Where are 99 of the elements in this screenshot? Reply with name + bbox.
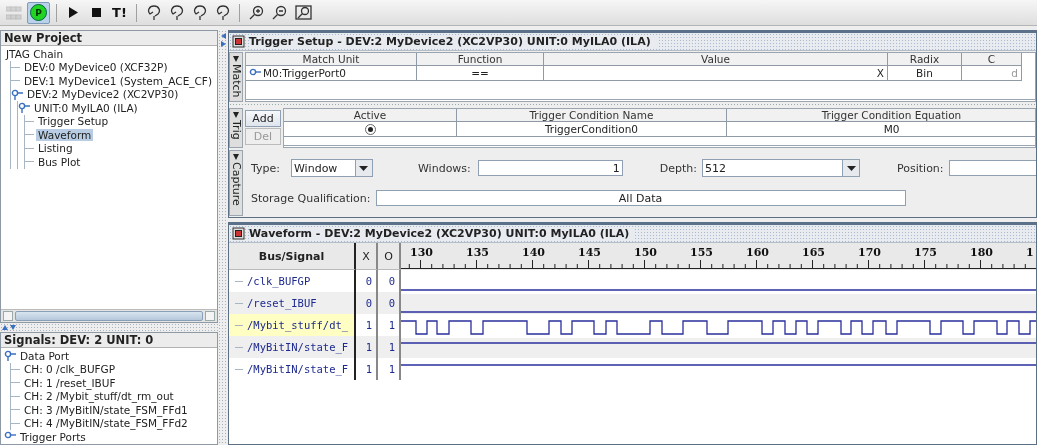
grid-icon <box>6 5 22 20</box>
dropdown-arrow-icon <box>359 165 369 171</box>
play-icon <box>69 7 78 18</box>
column-header[interactable]: C <box>962 53 1022 66</box>
table-cell: d <box>962 66 1022 81</box>
panel-header: Signals: DEV: 2 UNIT: 0 <box>1 333 217 348</box>
trigger-now-button[interactable]: T! <box>109 1 130 24</box>
column-header[interactable]: O <box>378 243 401 270</box>
field-label: Depth: <box>659 161 697 175</box>
signal-name[interactable]: /MyBitIN/state_F <box>229 358 356 380</box>
signal-name[interactable]: /Mybit_stuff/dt_ <box>229 314 356 336</box>
signal-value: 0 <box>356 292 378 314</box>
signal-value: 1 <box>378 336 401 358</box>
column-header[interactable]: Function <box>417 53 544 66</box>
tree-item[interactable]: UNIT:0 MyILA0 (ILA) <box>32 101 140 114</box>
chip-icon <box>232 35 245 48</box>
trigger-icon <box>215 4 230 21</box>
tick-label: 130 <box>410 246 433 259</box>
signal-value: 1 <box>378 358 401 380</box>
tree-item[interactable]: Waveform <box>36 128 94 141</box>
tree-item[interactable]: CH: 1 /reset_IBUF <box>22 376 118 389</box>
tree-item[interactable]: Data Port <box>18 349 72 362</box>
field-label: Position: <box>897 161 944 175</box>
node-handle-icon[interactable] <box>11 88 23 100</box>
window-title: Trigger Setup - DEV:2 MyDevice2 (XC2VP30) UNIT:0 MyILA0 (ILA) <box>249 35 657 48</box>
zoom-in-icon <box>249 5 264 20</box>
trigger-icon <box>192 4 207 21</box>
collapse-icon <box>232 154 240 160</box>
tick-label: 155 <box>690 246 713 259</box>
splitter-arrows-icon[interactable] <box>220 33 226 47</box>
windows-field[interactable]: 1 <box>477 160 623 176</box>
signal-value: 1 <box>356 336 378 358</box>
storage-qualification-field[interactable]: All Data <box>375 190 906 206</box>
side-tab[interactable]: Capture <box>229 150 243 216</box>
column-header[interactable]: Trigger Condition Equation <box>727 109 1035 122</box>
side-tab[interactable]: Match <box>229 52 243 102</box>
tree-item[interactable]: CH: 3 /MyBitIN/state_FSM_FFd1 <box>22 403 190 416</box>
tree-item[interactable]: CH: 0 /clk_BUFGP <box>22 363 118 376</box>
zoom-fit-icon <box>295 5 312 20</box>
tree-item[interactable]: DEV:1 MyDevice1 (System_ACE_CF) <box>22 74 214 87</box>
radio-button[interactable] <box>364 123 376 135</box>
field-label: Type: <box>251 161 280 175</box>
column-header[interactable]: Active <box>284 109 457 122</box>
table-cell: == <box>417 66 544 81</box>
signal-value: 0 <box>378 292 401 314</box>
tree-item[interactable]: CH: 4 /MyBitIN/state_FSM_FFd2 <box>22 417 190 430</box>
side-tab[interactable]: Trig <box>229 108 243 148</box>
column-header[interactable]: X <box>356 243 378 270</box>
field-label: Storage Qualification: <box>251 191 371 205</box>
tree-item[interactable]: Trigger Setup <box>36 115 111 128</box>
collapse-icon <box>232 56 240 62</box>
dropdown-arrow-icon <box>846 165 856 171</box>
column-header[interactable]: Match Unit <box>246 53 417 66</box>
collapse-icon <box>232 112 240 118</box>
field-label: Windows: <box>418 161 471 175</box>
table-cell: M0:TriggerPort0 <box>246 66 417 81</box>
tree-item[interactable]: Bus Plot <box>36 155 83 168</box>
tree-item[interactable]: Listing <box>36 142 75 155</box>
tree-item[interactable]: CH: 2 /Mybit_stuff/dt_rm_out <box>22 390 176 403</box>
tick-label: 140 <box>522 246 545 259</box>
tree-item[interactable]: Trigger Ports <box>18 430 88 443</box>
tree-item[interactable]: DEV:0 MyDevice0 (XCF32P) <box>22 61 170 74</box>
tick-label: 180 <box>970 246 993 259</box>
node-handle-icon[interactable] <box>18 102 30 114</box>
tick-label: 160 <box>746 246 769 259</box>
node-handle-icon[interactable] <box>4 350 16 362</box>
stop-icon <box>92 8 101 17</box>
panel-header: New Project <box>1 31 217 46</box>
table-cell: TriggerCondition0 <box>457 122 727 137</box>
type-dropdown[interactable]: Window <box>291 159 373 177</box>
tick-label: 165 <box>802 246 825 259</box>
column-header[interactable]: Radix <box>888 53 962 66</box>
trigger-icon <box>146 4 161 21</box>
window-title: Waveform - DEV:2 MyDevice2 (XC2VP30) UNIT:0 MyILA0 (ILA) <box>249 227 636 240</box>
table-cell: M0 <box>727 122 1035 137</box>
column-header[interactable]: Value <box>544 53 888 66</box>
tick-label: 170 <box>858 246 881 259</box>
add-button[interactable]: Add <box>245 110 281 127</box>
chip-icon <box>232 227 245 240</box>
tree-item[interactable]: JTAG Chain <box>4 47 66 60</box>
column-header[interactable]: Bus/Signal <box>229 243 356 270</box>
horizontal-scrollbar[interactable] <box>1 309 217 322</box>
zoom-out-icon <box>272 5 287 20</box>
run-button[interactable]: P <box>27 1 50 24</box>
tick-label: 150 <box>634 246 657 259</box>
tick-label: 1 <box>1026 246 1034 259</box>
tick-label: 175 <box>914 246 937 259</box>
signal-value: 1 <box>356 358 378 380</box>
table-cell: Bin <box>888 66 962 81</box>
tree-item[interactable]: DEV:2 MyDevice2 (XC2VP30) <box>25 88 181 101</box>
splitter-arrows-icon[interactable] <box>2 325 16 330</box>
column-header[interactable]: Trigger Condition Name <box>457 109 727 122</box>
trigger-icon <box>169 4 184 21</box>
depth-dropdown[interactable]: 512 <box>702 159 860 177</box>
signal-name[interactable]: /MyBitIN/state_F <box>229 336 356 358</box>
tick-label: 135 <box>466 246 489 259</box>
table-cell: X <box>544 66 888 81</box>
tick-label: 145 <box>578 246 601 259</box>
signal-name[interactable]: /reset_IBUF <box>229 292 356 314</box>
